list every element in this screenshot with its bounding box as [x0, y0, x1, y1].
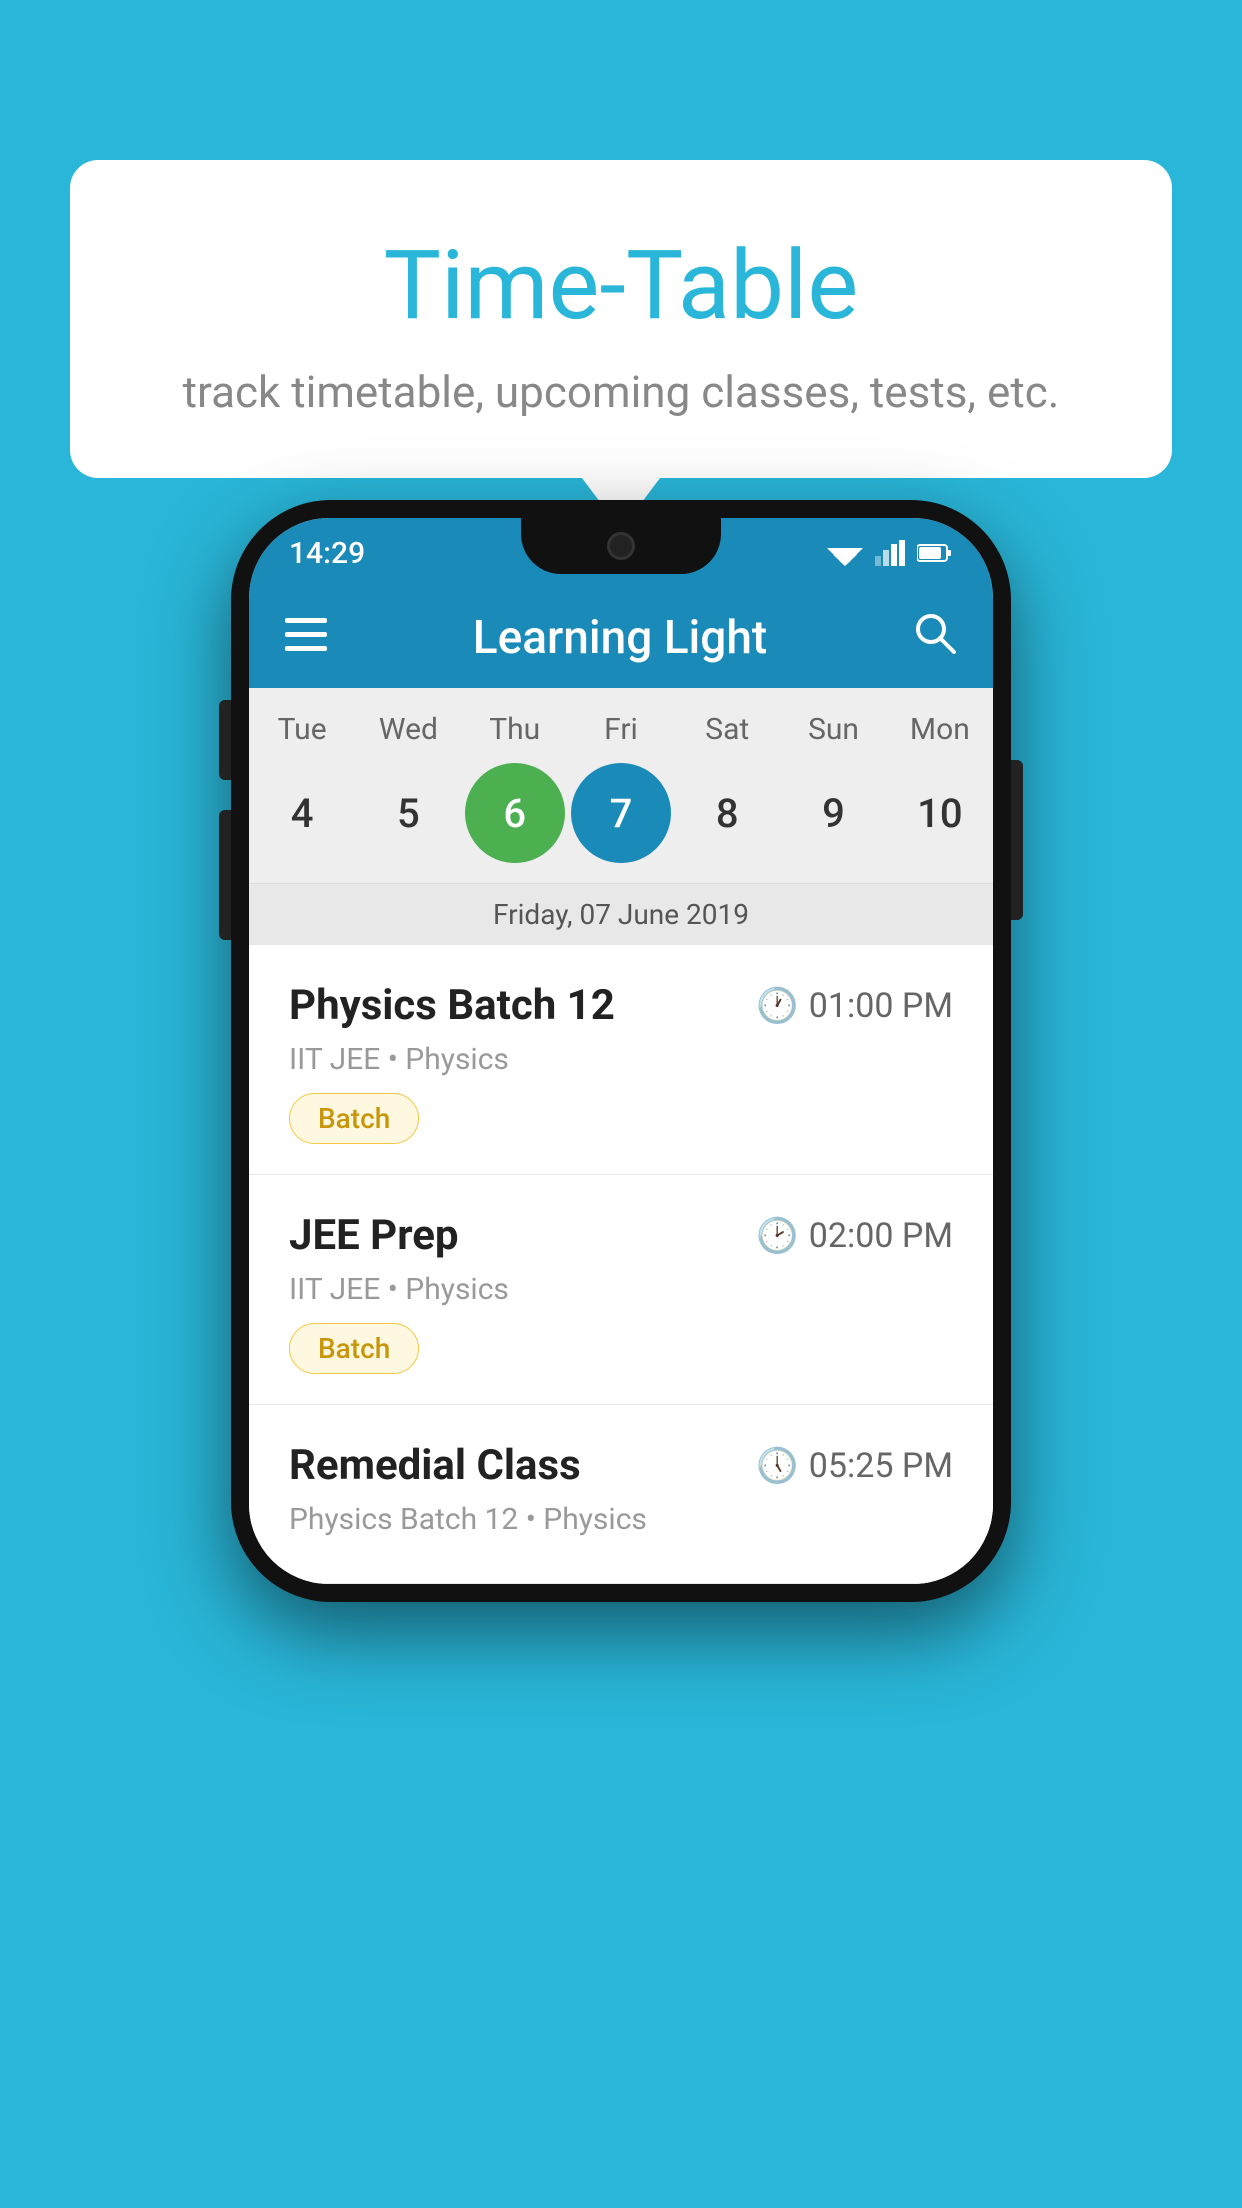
- day-header-tue: Tue: [252, 712, 352, 747]
- schedule-item-2-tag: Batch: [289, 1323, 419, 1374]
- schedule-item-2-header: JEE Prep 🕑 02:00 PM: [289, 1211, 953, 1260]
- date-label: Friday, 07 June 2019: [249, 883, 993, 945]
- phone-camera: [607, 532, 635, 560]
- schedule-item-3-title: Remedial Class: [289, 1441, 581, 1490]
- schedule-item-2-time: 🕑 02:00 PM: [756, 1216, 953, 1256]
- day-header-fri: Fri: [571, 712, 671, 747]
- signal-icon: [875, 540, 905, 566]
- schedule-item-1[interactable]: Physics Batch 12 🕐 01:00 PM IIT JEE • Ph…: [249, 945, 993, 1175]
- battery-icon: [917, 543, 953, 563]
- clock-icon-1: 🕐: [756, 986, 798, 1026]
- tooltip-subtitle: track timetable, upcoming classes, tests…: [130, 366, 1112, 418]
- day-header-wed: Wed: [358, 712, 458, 747]
- day-headers: Tue Wed Thu Fri Sat Sun Mon: [249, 712, 993, 763]
- day-5[interactable]: 5: [358, 763, 458, 863]
- search-icon[interactable]: [913, 611, 957, 666]
- schedule-item-3-sub: Physics Batch 12 • Physics: [289, 1502, 953, 1537]
- phone-side-button-power: [1011, 760, 1023, 920]
- schedule-item-3-time: 🕔 05:25 PM: [756, 1446, 953, 1486]
- schedule-item-2-sub: IIT JEE • Physics: [289, 1272, 953, 1307]
- schedule-list: Physics Batch 12 🕐 01:00 PM IIT JEE • Ph…: [249, 945, 993, 1584]
- hamburger-icon[interactable]: [285, 614, 327, 663]
- schedule-item-3[interactable]: Remedial Class 🕔 05:25 PM Physics Batch …: [249, 1405, 993, 1584]
- schedule-item-2-title: JEE Prep: [289, 1211, 459, 1260]
- schedule-item-1-header: Physics Batch 12 🕐 01:00 PM: [289, 981, 953, 1030]
- phone-notch: [521, 518, 721, 574]
- schedule-item-1-tag: Batch: [289, 1093, 419, 1144]
- day-8[interactable]: 8: [677, 763, 777, 863]
- day-numbers: 4 5 6 7 8 9 10: [249, 763, 993, 883]
- phone-outer: 14:29: [231, 500, 1011, 1602]
- status-time: 14:29: [289, 536, 365, 571]
- phone-side-button-volume-down: [219, 810, 231, 940]
- clock-icon-3: 🕔: [756, 1446, 798, 1486]
- calendar-strip: Tue Wed Thu Fri Sat Sun Mon 4 5 6 7 8 9 …: [249, 688, 993, 945]
- app-bar: Learning Light: [249, 588, 993, 688]
- phone-side-button-volume-up: [219, 700, 231, 780]
- day-header-sat: Sat: [677, 712, 777, 747]
- clock-icon-2: 🕑: [756, 1216, 798, 1256]
- tooltip-card: Time-Table track timetable, upcoming cla…: [70, 160, 1172, 478]
- tooltip-title: Time-Table: [130, 230, 1112, 342]
- day-9[interactable]: 9: [784, 763, 884, 863]
- day-6-today[interactable]: 6: [465, 763, 565, 863]
- day-7-selected[interactable]: 7: [571, 763, 671, 863]
- status-icons: [827, 540, 953, 566]
- app-bar-title: Learning Light: [357, 611, 883, 665]
- schedule-item-1-time-text: 01:00 PM: [809, 986, 953, 1026]
- schedule-item-3-header: Remedial Class 🕔 05:25 PM: [289, 1441, 953, 1490]
- day-header-mon: Mon: [890, 712, 990, 747]
- schedule-item-2[interactable]: JEE Prep 🕑 02:00 PM IIT JEE • Physics Ba…: [249, 1175, 993, 1405]
- schedule-item-1-time: 🕐 01:00 PM: [756, 986, 953, 1026]
- phone-mockup: 14:29: [231, 500, 1011, 1602]
- schedule-item-1-title: Physics Batch 12: [289, 981, 615, 1030]
- phone-screen: 14:29: [249, 518, 993, 1584]
- day-header-thu: Thu: [465, 712, 565, 747]
- schedule-item-3-time-text: 05:25 PM: [809, 1446, 953, 1486]
- wifi-icon: [827, 540, 863, 566]
- schedule-item-2-time-text: 02:00 PM: [809, 1216, 953, 1256]
- schedule-item-1-sub: IIT JEE • Physics: [289, 1042, 953, 1077]
- day-4[interactable]: 4: [252, 763, 352, 863]
- day-header-sun: Sun: [784, 712, 884, 747]
- day-10[interactable]: 10: [890, 763, 990, 863]
